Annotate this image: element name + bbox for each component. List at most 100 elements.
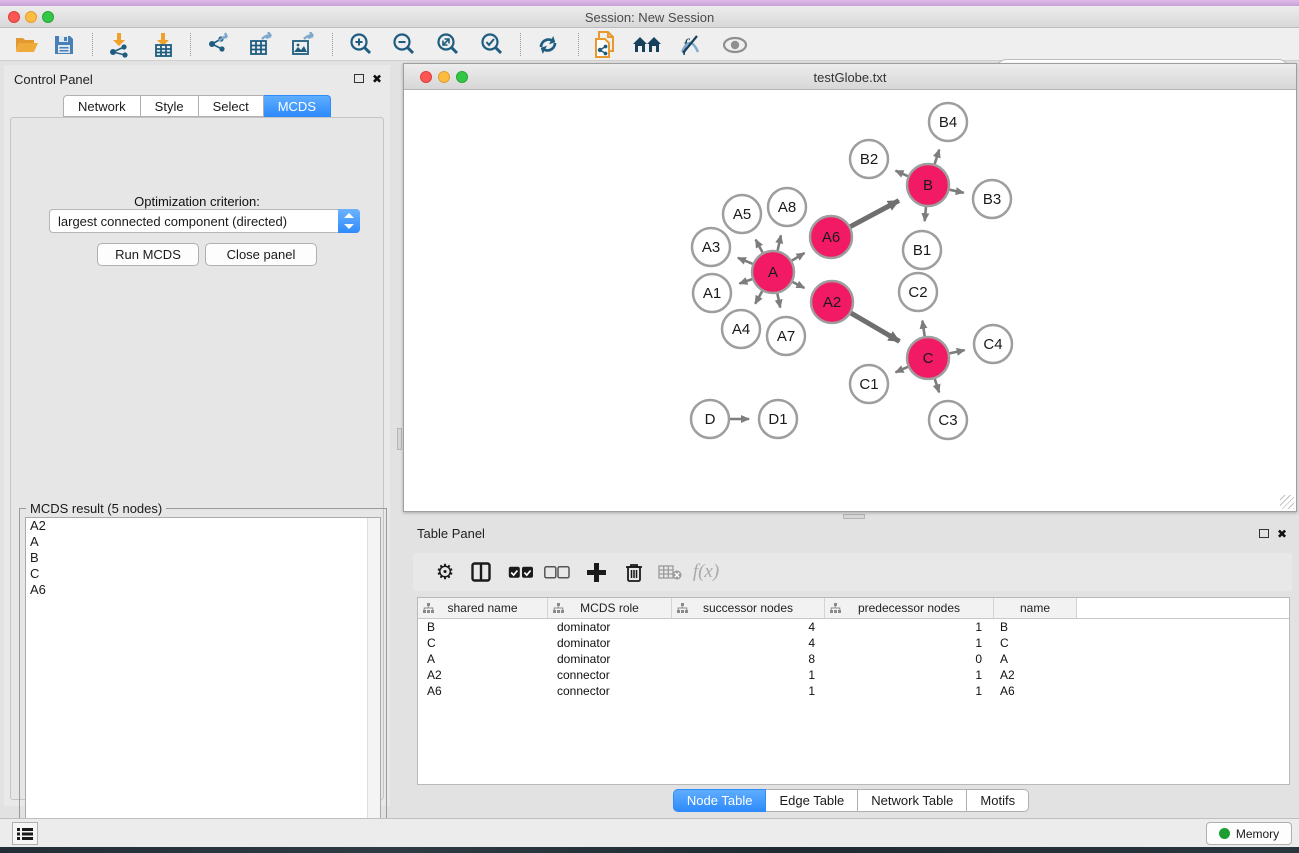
graph-edge[interactable] — [778, 235, 781, 250]
graph-edge[interactable] — [793, 282, 805, 288]
tab-node-table[interactable]: Node Table — [673, 789, 767, 812]
graph-edge[interactable] — [896, 171, 908, 176]
graph-node-B2[interactable]: B2 — [850, 140, 888, 178]
graph-edge[interactable] — [792, 253, 805, 261]
select-all-checks-icon[interactable] — [504, 553, 538, 591]
criterion-dropdown[interactable]: largest connected component (directed) — [49, 209, 360, 233]
tab-select[interactable]: Select — [199, 95, 264, 117]
graph-edge[interactable] — [896, 367, 908, 372]
save-session-icon[interactable] — [47, 31, 81, 58]
function-builder-icon[interactable]: f(x) — [689, 553, 723, 591]
graph-node-A4[interactable]: A4 — [722, 310, 760, 348]
graph-node-D1[interactable]: D1 — [759, 400, 797, 438]
task-history-list-button[interactable] — [12, 822, 38, 845]
graph-node-C1[interactable]: C1 — [850, 365, 888, 403]
graph-node-D[interactable]: D — [691, 400, 729, 438]
list-item[interactable]: C — [26, 566, 380, 582]
graph-edge[interactable] — [777, 294, 780, 308]
graph-edge[interactable] — [949, 190, 963, 193]
show-hide-panel-eye-icon[interactable] — [718, 31, 752, 58]
table-row[interactable]: A2connector11A2 — [418, 667, 1289, 683]
tab-mcds[interactable]: MCDS — [264, 95, 331, 117]
tab-network[interactable]: Network — [63, 95, 141, 117]
close-panel-icon[interactable]: ✖ — [1277, 527, 1287, 541]
graph-node-A7[interactable]: A7 — [767, 317, 805, 355]
graph-node-B4[interactable]: B4 — [929, 103, 967, 141]
settings-gear-icon[interactable]: ⚙ — [428, 553, 462, 591]
node-table[interactable]: shared name MCDS role successor nodes pr… — [417, 597, 1290, 785]
column-header-successor-nodes[interactable]: successor nodes — [672, 598, 825, 618]
column-header-mcds-role[interactable]: MCDS role — [548, 598, 672, 618]
memory-button[interactable]: Memory — [1206, 822, 1292, 845]
tab-style[interactable]: Style — [141, 95, 199, 117]
graph-node-C2[interactable]: C2 — [899, 273, 937, 311]
add-column-icon[interactable] — [579, 553, 613, 591]
zoom-out-icon[interactable] — [387, 31, 421, 58]
graph-edge[interactable] — [922, 321, 924, 337]
open-file-icon[interactable] — [10, 31, 44, 58]
deselect-all-checks-icon[interactable] — [540, 553, 574, 591]
graph-node-C[interactable]: C — [907, 337, 949, 379]
vertical-splitter-handle[interactable] — [397, 428, 402, 450]
float-panel-icon[interactable] — [1259, 529, 1269, 538]
network-graph-canvas[interactable]: B4B2BB3A5A8A6A3B1AA1C2A2A4A7C4CC1C3DD1 — [404, 90, 1296, 511]
window-resize-grip[interactable] — [1280, 495, 1294, 509]
graph-edge[interactable] — [739, 279, 752, 283]
list-item[interactable]: A — [26, 534, 380, 550]
table-row[interactable]: Bdominator41B — [418, 619, 1289, 635]
column-header-predecessor-nodes[interactable]: predecessor nodes — [825, 598, 994, 618]
table-row[interactable]: Cdominator41C — [418, 635, 1289, 651]
open-browser-home-icon[interactable] — [630, 31, 664, 58]
delete-table-icon[interactable] — [653, 553, 687, 591]
graph-node-C4[interactable]: C4 — [974, 325, 1012, 363]
graph-edge[interactable] — [925, 207, 926, 221]
graph-edge[interactable] — [950, 350, 965, 353]
export-network-icon[interactable] — [201, 31, 235, 58]
close-panel-icon[interactable]: ✖ — [372, 72, 382, 86]
list-item[interactable]: B — [26, 550, 380, 566]
graph-edge[interactable] — [755, 291, 762, 304]
hide-graphics-details-icon[interactable]: f — [673, 31, 707, 58]
import-table-icon[interactable] — [146, 31, 180, 58]
graph-node-A8[interactable]: A8 — [768, 188, 806, 226]
refresh-icon[interactable] — [531, 31, 565, 58]
graph-node-A6[interactable]: A6 — [810, 216, 852, 258]
delete-column-trash-icon[interactable] — [617, 553, 651, 591]
table-row[interactable]: Adominator80A — [418, 651, 1289, 667]
tab-motifs[interactable]: Motifs — [967, 789, 1029, 812]
column-chooser-icon[interactable] — [464, 553, 498, 591]
import-network-icon[interactable] — [102, 31, 136, 58]
tab-edge-table[interactable]: Edge Table — [766, 789, 858, 812]
zoom-in-icon[interactable] — [344, 31, 378, 58]
export-table-icon[interactable] — [244, 31, 278, 58]
graph-edge[interactable] — [851, 313, 899, 341]
graph-node-C3[interactable]: C3 — [929, 401, 967, 439]
zoom-fit-icon[interactable] — [431, 31, 465, 58]
scrollbar[interactable] — [367, 518, 380, 844]
list-item[interactable]: A2 — [26, 518, 380, 534]
graph-node-B3[interactable]: B3 — [973, 180, 1011, 218]
new-session-from-network-icon[interactable] — [588, 31, 622, 58]
graph-node-A1[interactable]: A1 — [693, 274, 731, 312]
graph-node-B1[interactable]: B1 — [903, 231, 941, 269]
tab-network-table[interactable]: Network Table — [858, 789, 967, 812]
export-image-icon[interactable] — [286, 31, 320, 58]
graph-edge[interactable] — [935, 150, 940, 164]
list-item[interactable]: A6 — [26, 582, 380, 598]
graph-node-A2[interactable]: A2 — [811, 281, 853, 323]
column-header-shared-name[interactable]: shared name — [418, 598, 548, 618]
graph-edge[interactable] — [756, 240, 763, 253]
zoom-selected-icon[interactable] — [475, 31, 509, 58]
horizontal-splitter-handle[interactable] — [843, 514, 865, 519]
graph-node-A[interactable]: A — [752, 251, 794, 293]
mcds-result-list[interactable]: A2 A B C A6 — [25, 517, 381, 845]
graph-edge[interactable] — [935, 379, 939, 392]
graph-edge[interactable] — [850, 201, 899, 227]
graph-node-A3[interactable]: A3 — [692, 228, 730, 266]
graph-edge[interactable] — [738, 258, 753, 264]
run-mcds-button[interactable]: Run MCDS — [97, 243, 199, 266]
float-panel-icon[interactable] — [354, 74, 364, 83]
table-row[interactable]: A6connector11A6 — [418, 683, 1289, 699]
close-panel-button[interactable]: Close panel — [205, 243, 317, 266]
column-header-name[interactable]: name — [994, 598, 1077, 618]
